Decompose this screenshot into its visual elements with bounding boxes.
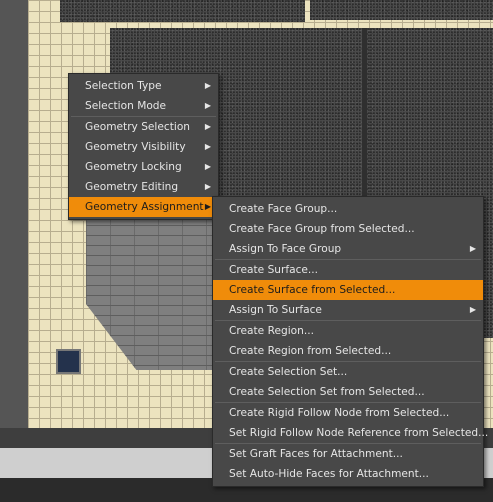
menu-item-selection-type[interactable]: Selection Type ▶	[69, 76, 218, 96]
menu-item-label: Create Face Group from Selected...	[229, 223, 415, 235]
menu-item-geometry-assignment[interactable]: Geometry Assignment ▶	[69, 197, 218, 217]
menu-item-geometry-editing[interactable]: Geometry Editing ▶	[69, 177, 218, 197]
menu-item-label: Selection Type	[85, 80, 162, 92]
menu-item-set-rigid-follow-node-reference[interactable]: Set Rigid Follow Node Reference from Sel…	[213, 423, 488, 443]
menu-item-set-auto-hide-faces[interactable]: Set Auto-Hide Faces for Attachment...	[213, 464, 483, 484]
menu-item-assign-to-surface[interactable]: Assign To Surface ▶	[213, 300, 483, 320]
context-menu: Selection Type ▶ Selection Mode ▶ Geomet…	[68, 73, 219, 220]
menu-item-label: Create Selection Set from Selected...	[229, 386, 425, 398]
menu-item-label: Set Graft Faces for Attachment...	[229, 448, 403, 460]
submenu-arrow-icon: ▶	[204, 122, 211, 131]
menu-item-label: Set Rigid Follow Node Reference from Sel…	[229, 427, 489, 439]
menu-item-geometry-selection[interactable]: Geometry Selection ▶	[69, 117, 218, 137]
menu-item-selection-mode[interactable]: Selection Mode ▶	[69, 96, 218, 116]
menu-item-create-face-group-from-selected[interactable]: Create Face Group from Selected...	[213, 219, 483, 239]
menu-item-label: Create Selection Set...	[229, 366, 348, 378]
menu-item-label: Geometry Visibility	[85, 141, 186, 153]
menu-item-assign-to-face-group[interactable]: Assign To Face Group ▶	[213, 239, 483, 259]
gravel-lot-top-left	[60, 0, 305, 22]
floor-drain	[56, 349, 81, 374]
submenu-arrow-icon: ▶	[469, 244, 476, 253]
menu-item-create-surface-from-selected[interactable]: Create Surface from Selected...	[213, 280, 483, 300]
submenu-arrow-icon: ▶	[204, 142, 211, 151]
submenu-arrow-icon: ▶	[204, 81, 211, 90]
menu-item-label: Geometry Selection	[85, 121, 191, 133]
menu-item-label: Geometry Locking	[85, 161, 182, 173]
menu-item-label: Create Surface from Selected...	[229, 284, 396, 296]
submenu-arrow-icon: ▶	[469, 305, 476, 314]
menu-item-label: Assign To Face Group	[229, 243, 342, 255]
gravel-lot-top-right	[310, 0, 493, 20]
menu-item-geometry-visibility[interactable]: Geometry Visibility ▶	[69, 137, 218, 157]
menu-item-label: Create Region from Selected...	[229, 345, 392, 357]
submenu-arrow-icon: ▶	[204, 202, 211, 211]
submenu-arrow-icon: ▶	[204, 182, 211, 191]
menu-item-create-surface[interactable]: Create Surface...	[213, 260, 483, 280]
menu-item-set-graft-faces[interactable]: Set Graft Faces for Attachment...	[213, 444, 483, 464]
menu-item-label: Assign To Surface	[229, 304, 322, 316]
submenu-arrow-icon: ▶	[204, 162, 211, 171]
menu-item-create-selection-set-from-selected[interactable]: Create Selection Set from Selected...	[213, 382, 483, 402]
menu-item-label: Selection Mode	[85, 100, 167, 112]
menu-item-label: Set Auto-Hide Faces for Attachment...	[229, 468, 429, 480]
menu-item-label: Create Surface...	[229, 264, 319, 276]
menu-item-create-region-from-selected[interactable]: Create Region from Selected...	[213, 341, 483, 361]
menu-item-create-face-group[interactable]: Create Face Group...	[213, 199, 483, 219]
menu-item-geometry-locking[interactable]: Geometry Locking ▶	[69, 157, 218, 177]
submenu-arrow-icon: ▶	[204, 101, 211, 110]
menu-item-label: Create Rigid Follow Node from Selected..…	[229, 407, 450, 419]
menu-item-label: Create Face Group...	[229, 203, 338, 215]
menu-item-create-selection-set[interactable]: Create Selection Set...	[213, 362, 483, 382]
left-edge-strip	[0, 0, 28, 430]
menu-item-label: Geometry Assignment	[85, 201, 204, 213]
menu-item-label: Geometry Editing	[85, 181, 179, 193]
menu-item-create-rigid-follow-node[interactable]: Create Rigid Follow Node from Selected..…	[213, 403, 483, 423]
menu-item-label: Create Region...	[229, 325, 314, 337]
menu-item-create-region[interactable]: Create Region...	[213, 321, 483, 341]
geometry-assignment-submenu: Create Face Group... Create Face Group f…	[212, 196, 488, 487]
